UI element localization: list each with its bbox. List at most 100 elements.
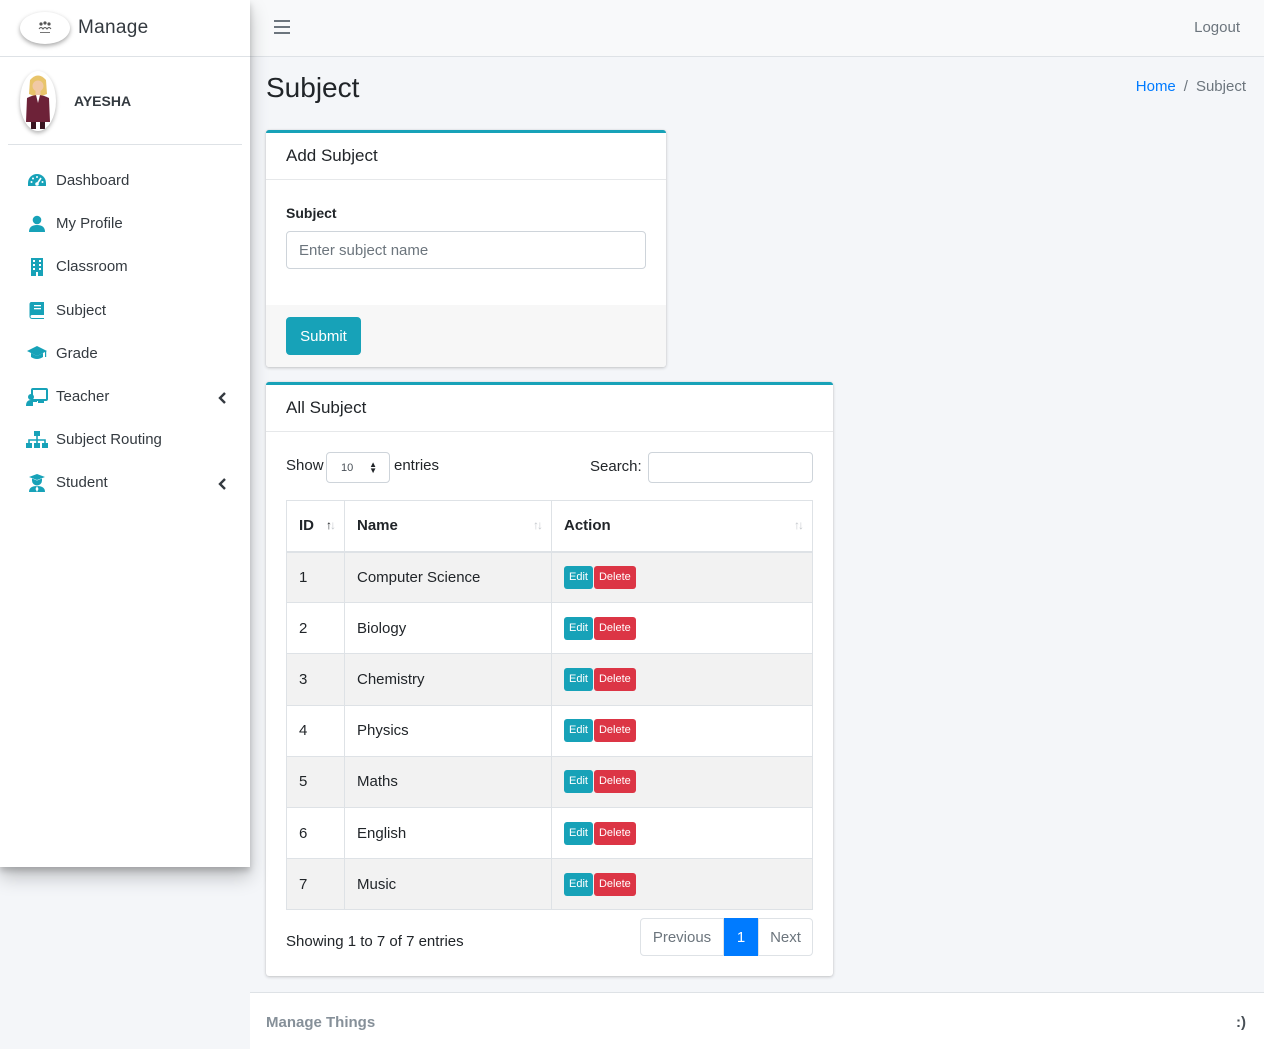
cell-action: Edit Delete bbox=[551, 858, 813, 911]
user-panel[interactable]: AYESHA bbox=[8, 57, 242, 145]
cell-name: Biology bbox=[344, 602, 552, 655]
table-info: Showing 1 to 7 of 7 entries bbox=[286, 933, 464, 950]
delete-button[interactable]: Delete bbox=[593, 872, 636, 896]
sidebar-item-grade[interactable]: Grade bbox=[0, 332, 250, 375]
table-row: 6 English Edit Delete bbox=[286, 806, 813, 860]
search-label: Search: bbox=[590, 458, 642, 475]
card-footer: Submit bbox=[266, 305, 666, 367]
cell-id: 6 bbox=[286, 806, 345, 860]
breadcrumb-current: Subject bbox=[1195, 78, 1246, 95]
column-header-label: Name bbox=[357, 517, 398, 535]
caret-left-icon[interactable] bbox=[218, 391, 228, 404]
column-header-name[interactable]: Name ↑↓ bbox=[344, 500, 552, 553]
cell-id: 7 bbox=[286, 858, 345, 911]
sidebar-item-label: Subject Routing bbox=[56, 431, 162, 449]
page-length-value: 10 bbox=[341, 461, 354, 474]
sidebar-item-dashboard[interactable]: Dashboard bbox=[0, 159, 250, 202]
sidebar-item-classroom[interactable]: Classroom bbox=[0, 245, 250, 288]
pagination: Previous 1 Next bbox=[640, 918, 813, 956]
column-header-label: Action bbox=[564, 517, 611, 535]
edit-button[interactable]: Edit bbox=[564, 770, 593, 794]
delete-button[interactable]: Delete bbox=[593, 616, 636, 640]
next-page-button[interactable]: Next bbox=[758, 918, 813, 956]
sidebar-item-label: Classroom bbox=[56, 258, 128, 276]
column-header-action[interactable]: Action ↑↓ bbox=[551, 500, 813, 553]
avatar[interactable] bbox=[20, 70, 56, 131]
caret-left-icon[interactable] bbox=[218, 477, 228, 490]
cell-action: Edit Delete bbox=[551, 704, 813, 757]
book-icon bbox=[26, 301, 48, 320]
submit-button[interactable]: Submit bbox=[286, 317, 361, 355]
search-input[interactable] bbox=[648, 452, 813, 483]
edit-button[interactable]: Edit bbox=[564, 821, 593, 845]
breadcrumb: Home / Subject bbox=[1136, 78, 1246, 95]
all-subject-card: All Subject Show 10 ▲ ▼ entries Search: I… bbox=[266, 382, 833, 976]
delete-button[interactable]: Delete bbox=[593, 667, 636, 691]
sitemap-icon bbox=[26, 430, 48, 449]
edit-button[interactable]: Edit bbox=[564, 667, 593, 691]
delete-button[interactable]: Delete bbox=[593, 821, 636, 845]
cell-action: Edit Delete bbox=[551, 602, 813, 655]
delete-button[interactable]: Delete bbox=[593, 719, 636, 743]
user-graduate-icon bbox=[26, 473, 48, 492]
edit-button[interactable]: Edit bbox=[564, 565, 593, 589]
sidebar-item-label: Subject bbox=[56, 301, 107, 319]
cell-id: 5 bbox=[286, 755, 345, 808]
column-header-id[interactable]: ID ↑↓ bbox=[286, 500, 345, 553]
edit-button[interactable]: Edit bbox=[564, 616, 593, 640]
previous-page-button[interactable]: Previous bbox=[640, 918, 724, 956]
subjects-table: ID ↑↓ Name ↑↓ Action ↑↓ 1 Computer Scienc… bbox=[286, 500, 813, 911]
cell-id: 4 bbox=[286, 704, 345, 757]
table-row: 1 Computer Science Edit Delete bbox=[286, 550, 813, 604]
delete-button[interactable]: Delete bbox=[593, 565, 636, 589]
dashboard-icon bbox=[26, 172, 48, 190]
table-row: 7 Music Edit Delete bbox=[286, 858, 813, 911]
edit-button[interactable]: Edit bbox=[564, 719, 593, 743]
sidebar-item-student[interactable]: Student bbox=[0, 461, 250, 504]
sort-asc-icon: ↑↓ bbox=[326, 518, 336, 532]
cell-name: Maths bbox=[344, 755, 552, 808]
cell-id: 2 bbox=[286, 602, 345, 655]
page-length-select[interactable]: 10 ▲ ▼ bbox=[326, 452, 390, 483]
top-navbar: Logout bbox=[250, 0, 1264, 57]
sidebar-item-subject-routing[interactable]: Subject Routing bbox=[0, 418, 250, 461]
subject-name-input[interactable] bbox=[286, 231, 646, 269]
menu-toggle-icon[interactable] bbox=[274, 20, 290, 36]
chalkboard-teacher-icon bbox=[26, 387, 48, 406]
cell-id: 1 bbox=[286, 550, 345, 604]
sidebar-item-subject[interactable]: Subject bbox=[0, 289, 250, 332]
sidebar-item-label: My Profile bbox=[56, 215, 123, 233]
cell-action: Edit Delete bbox=[551, 550, 813, 604]
cell-name: English bbox=[344, 806, 552, 860]
logout-link[interactable]: Logout bbox=[1194, 19, 1240, 36]
user-name[interactable]: AYESHA bbox=[74, 93, 131, 109]
cell-action: Edit Delete bbox=[551, 653, 813, 706]
sidebar-nav: Dashboard My Profile Classroom Subject G… bbox=[0, 145, 250, 505]
cell-action: Edit Delete bbox=[551, 755, 813, 808]
subject-field-label: Subject bbox=[286, 205, 337, 221]
cell-name: Chemistry bbox=[344, 653, 552, 706]
sidebar-item-label: Student bbox=[56, 474, 108, 492]
sidebar: Manage AYESHA Dashboard My Profile Class… bbox=[0, 0, 250, 867]
sort-icon: ↑↓ bbox=[794, 518, 804, 532]
page-1-button[interactable]: 1 bbox=[724, 918, 758, 956]
cell-name: Physics bbox=[344, 704, 552, 757]
table-row: 4 Physics Edit Delete bbox=[286, 704, 813, 757]
edit-button[interactable]: Edit bbox=[564, 872, 593, 896]
card-title: Add Subject bbox=[266, 133, 666, 180]
footer: Manage Things :) bbox=[250, 992, 1264, 1049]
page-title: Subject bbox=[266, 72, 360, 103]
sidebar-item-teacher[interactable]: Teacher bbox=[0, 375, 250, 418]
cell-name: Computer Science bbox=[344, 550, 552, 604]
select-arrows-icon: ▲ ▼ bbox=[369, 460, 377, 475]
graduation-cap-icon bbox=[26, 344, 48, 362]
brand-link[interactable]: Manage bbox=[0, 0, 250, 57]
cell-action: Edit Delete bbox=[551, 806, 813, 860]
breadcrumb-home-link[interactable]: Home bbox=[1136, 78, 1176, 95]
column-header-label: ID bbox=[299, 517, 314, 535]
brand-name: Manage bbox=[78, 17, 149, 38]
delete-button[interactable]: Delete bbox=[593, 770, 636, 794]
sidebar-item-label: Dashboard bbox=[56, 172, 130, 190]
table-row: 5 Maths Edit Delete bbox=[286, 755, 813, 808]
sidebar-item-my-profile[interactable]: My Profile bbox=[0, 202, 250, 245]
